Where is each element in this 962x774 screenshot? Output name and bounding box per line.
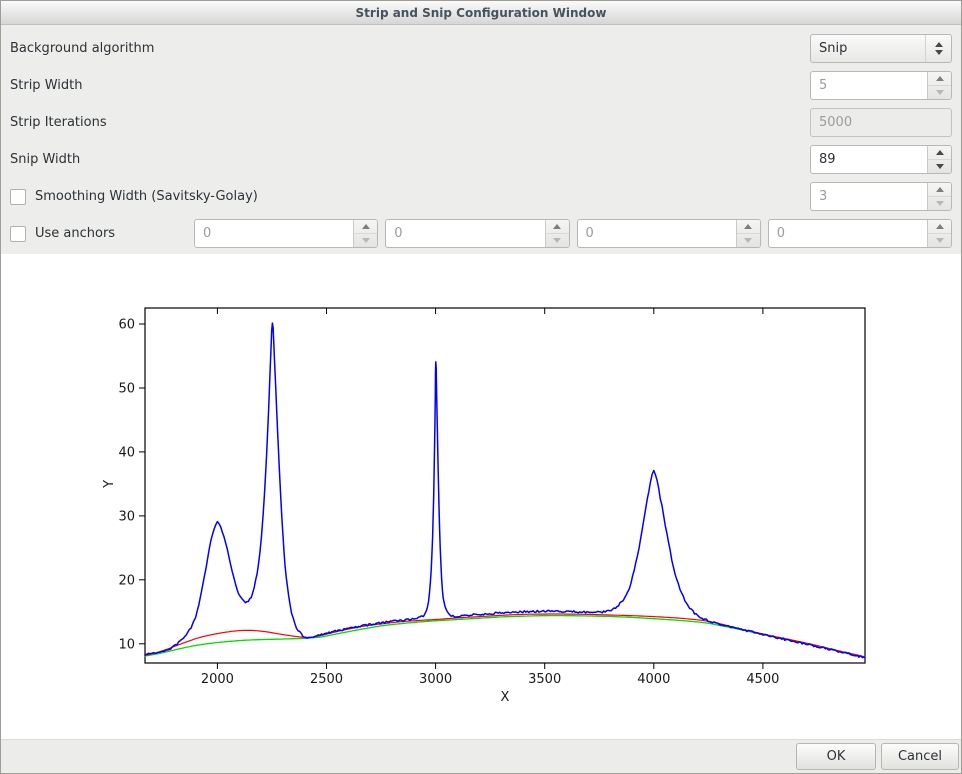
y-tick-label: 60: [118, 318, 135, 333]
y-tick-label: 20: [118, 573, 135, 588]
combo-updown-icon[interactable]: [925, 35, 951, 62]
spin-up-button[interactable]: [737, 220, 760, 234]
anchor-2-spinbox[interactable]: 0: [385, 219, 569, 248]
form-row-strip-width: Strip Width 5: [10, 71, 952, 100]
spin-buttons: [736, 220, 760, 247]
arrow-down-icon: [553, 238, 561, 243]
spin-buttons: [927, 220, 951, 247]
arrow-down-icon: [936, 164, 944, 169]
form-row-snip-width: Snip Width 89: [10, 145, 952, 174]
series-strip-background: [145, 614, 865, 657]
arrow-down-icon: [936, 90, 944, 95]
use-anchors-checkbox[interactable]: [10, 226, 26, 242]
anchor-1-spinbox[interactable]: 0: [194, 219, 378, 248]
arrow-down-icon: [936, 201, 944, 206]
y-tick-label: 10: [118, 637, 135, 652]
use-anchors-label: Use anchors: [35, 226, 115, 241]
entry-value: 5000: [811, 109, 951, 136]
spin-up-button[interactable]: [546, 220, 569, 234]
ok-button[interactable]: OK: [796, 743, 876, 770]
smoothing-checkbox[interactable]: [10, 189, 26, 205]
series-data: [145, 323, 865, 658]
spin-down-button[interactable]: [354, 234, 377, 247]
anchor-4-spinbox[interactable]: 0: [768, 219, 952, 248]
spinbox-value: 0: [769, 220, 927, 247]
cancel-button[interactable]: Cancel: [881, 743, 959, 770]
snip-width-spinbox[interactable]: 89: [810, 145, 952, 174]
x-tick-label: 2500: [310, 672, 343, 687]
arrow-down-icon: [744, 238, 752, 243]
smoothing-width-label: Smoothing Width (Savitsky-Golay): [35, 189, 258, 204]
spin-buttons: [927, 72, 951, 99]
spinbox-value: 89: [811, 146, 927, 173]
spin-buttons: [545, 220, 569, 247]
spinbox-value: 0: [195, 220, 353, 247]
smoothing-width-spinbox[interactable]: 3: [810, 182, 952, 211]
anchor-spinbox-group: 0 0 0: [194, 219, 952, 248]
x-tick-label: 4000: [637, 672, 670, 687]
spin-buttons: [927, 183, 951, 210]
strip-width-label: Strip Width: [10, 78, 82, 93]
arrow-down-icon: [936, 238, 944, 243]
spin-up-button[interactable]: [928, 220, 951, 234]
button-bar: OK Cancel: [1, 739, 961, 773]
arrow-down-icon: [362, 238, 370, 243]
arrow-up-icon: [936, 187, 944, 192]
spin-up-button[interactable]: [354, 220, 377, 234]
use-anchors-wrap: Use anchors: [10, 226, 194, 242]
config-form: Background algorithm Snip Strip Width 5 …: [1, 34, 961, 248]
arrow-up-icon: [936, 150, 944, 155]
y-tick-label: 30: [118, 509, 135, 524]
x-tick-label: 3000: [419, 672, 452, 687]
arrow-up-icon: [744, 224, 752, 229]
spin-down-button[interactable]: [928, 160, 951, 173]
background-algorithm-select[interactable]: Snip: [810, 34, 952, 63]
anchor-3-spinbox[interactable]: 0: [577, 219, 761, 248]
form-row-background-algorithm: Background algorithm Snip: [10, 34, 952, 63]
spin-buttons: [353, 220, 377, 247]
y-tick-label: 40: [118, 445, 135, 460]
dialog-window: Strip and Snip Configuration Window Back…: [0, 0, 962, 774]
spin-down-button[interactable]: [928, 234, 951, 247]
arrow-up-icon: [553, 224, 561, 229]
strip-iterations-field: 5000: [810, 108, 952, 137]
spin-up-button[interactable]: [928, 183, 951, 197]
y-axis-label: Y: [102, 480, 117, 489]
spinbox-value: 0: [578, 220, 736, 247]
form-row-strip-iterations: Strip Iterations 5000: [10, 108, 952, 137]
spinbox-value: 5: [811, 72, 927, 99]
spin-down-button[interactable]: [546, 234, 569, 247]
title-bar[interactable]: Strip and Snip Configuration Window: [1, 1, 961, 25]
line-chart: 2000 2500 3000 3500 4000 4500 10 20 30 40 50 60 X Y: [1, 254, 961, 741]
x-tick-label: 3500: [528, 672, 561, 687]
spin-up-button[interactable]: [928, 146, 951, 160]
axes-frame: [145, 308, 865, 663]
strip-iterations-label: Strip Iterations: [10, 115, 107, 130]
x-axis-label: X: [501, 690, 510, 705]
spin-down-button[interactable]: [737, 234, 760, 247]
spinbox-value: 0: [386, 220, 544, 247]
strip-width-spinbox[interactable]: 5: [810, 71, 952, 100]
arrow-up-icon: [936, 224, 944, 229]
arrow-up-icon: [936, 76, 944, 81]
background-algorithm-label: Background algorithm: [10, 41, 154, 56]
window-title: Strip and Snip Configuration Window: [356, 6, 607, 20]
spin-buttons: [927, 146, 951, 173]
arrow-up-icon: [362, 224, 370, 229]
form-row-smoothing-width: Smoothing Width (Savitsky-Golay) 3: [10, 182, 952, 211]
snip-width-label: Snip Width: [10, 152, 80, 167]
y-tick-label: 50: [118, 382, 135, 397]
spin-up-button[interactable]: [928, 72, 951, 86]
x-tick-label: 4500: [746, 672, 779, 687]
x-tick-label: 2000: [201, 672, 234, 687]
form-row-use-anchors: Use anchors 0 0: [10, 219, 952, 248]
combo-selected-value: Snip: [811, 35, 925, 62]
spin-down-button[interactable]: [928, 86, 951, 99]
plot-canvas: 2000 2500 3000 3500 4000 4500 10 20 30 40 50 60 X Y: [1, 254, 961, 741]
spinbox-value: 3: [811, 183, 927, 210]
series-snip-background: [145, 616, 865, 658]
smoothing-checkbox-wrap: Smoothing Width (Savitsky-Golay): [10, 189, 258, 205]
spin-down-button[interactable]: [928, 197, 951, 210]
